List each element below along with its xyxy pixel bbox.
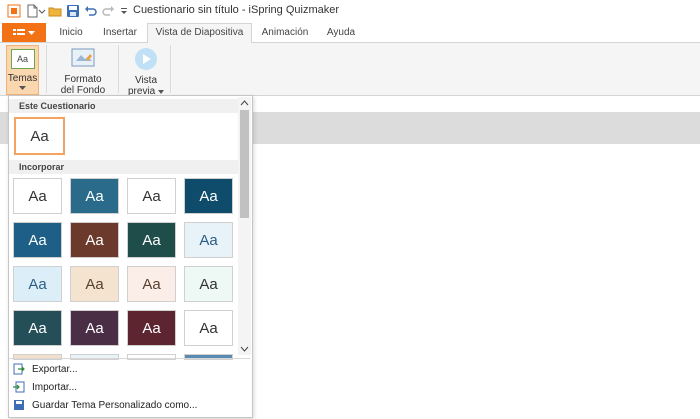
theme-sample-text: Aa [142,231,161,249]
ribbon-separator [46,45,47,93]
theme-thumbnail[interactable]: Aa [127,310,176,346]
export-label: Exportar... [32,363,78,375]
theme-thumbnail[interactable]: Aa [184,178,233,214]
current-theme-thumbnail[interactable]: Aa [14,117,65,155]
chevron-down-icon[interactable] [38,3,46,19]
chevron-down-icon [28,30,35,35]
title-bar: Cuestionario sin título - iSpring Quizma… [0,0,700,22]
theme-sample-text: Aa [142,275,161,293]
theme-sample-text: Aa [85,187,104,205]
theme-sample-text: Aa [85,275,104,293]
theme-thumbnail[interactable]: Aa [184,222,233,258]
theme-thumbnail[interactable]: Aa [70,310,119,346]
theme-sample-text: Aa [30,127,49,145]
undo-icon[interactable] [83,3,99,19]
preview-label-1: Vista [134,75,158,86]
theme-sample-text: Aa [28,187,47,205]
theme-thumbnail[interactable]: Aa [184,310,233,346]
chevron-up-icon[interactable] [238,98,251,108]
theme-thumbnail[interactable]: Aa [184,266,233,302]
ribbon-separator [170,45,171,93]
background-format-label-1: Formato [64,74,102,85]
theme-sample-text: Aa [28,319,47,337]
theme-thumbnail[interactable]: Aa [13,310,62,346]
theme-thumbnail[interactable]: Aa [127,222,176,258]
background-format-icon [71,48,95,67]
theme-thumbnail[interactable]: Aa [70,222,119,258]
scrollbar-thumb[interactable] [240,110,249,218]
theme-sample-text: Aa [142,319,161,337]
redo-icon[interactable] [100,3,116,19]
theme-sample-text: Aa [199,187,218,205]
tab-insertar[interactable]: Insertar [96,24,144,42]
tab-inicio[interactable]: Inicio [50,24,92,42]
ribbon-separator [118,45,119,93]
theme-thumbnail[interactable] [13,354,62,360]
ribbon-tabs: Inicio Insertar Vista de Diapositiva Ani… [0,22,700,44]
theme-sample-text: Aa [85,319,104,337]
chevron-down-icon[interactable] [238,344,251,354]
theme-thumbnail[interactable]: Aa [13,222,62,258]
open-folder-icon[interactable] [47,3,63,19]
theme-thumbnail[interactable] [127,354,176,360]
preview-button[interactable]: Vista previa [124,45,168,97]
theme-sample-text: Aa [28,275,47,293]
theme-sample-text: Aa [142,187,161,205]
themes-button[interactable]: Aa Temas [6,45,39,95]
theme-thumbnail[interactable] [70,354,119,360]
save-custom-theme-label: Guardar Tema Personalizado como... [32,399,198,411]
play-icon [135,48,157,70]
theme-sample-text: Aa [28,231,47,249]
themes-dropdown: Este Cuestionario Aa Incorporar Aa Aa Aa Aa… [8,95,253,418]
tab-ayuda[interactable]: Ayuda [320,24,362,42]
theme-sample-text: Aa [199,231,218,249]
customize-toolbar-icon[interactable] [116,3,132,19]
file-menu-button[interactable] [2,23,46,42]
section-builtin: Incorporar [9,160,238,174]
import-menu-item[interactable]: Importar... [13,379,77,395]
tab-animacion[interactable]: Animación [254,24,316,42]
footer-divider [9,358,250,359]
theme-thumbnail[interactable] [184,354,233,360]
theme-sample-text: Aa [199,319,218,337]
scrollbar[interactable] [238,97,251,355]
theme-thumbnail[interactable]: Aa [127,178,176,214]
save-custom-theme-menu-item[interactable]: Guardar Tema Personalizado como... [13,397,197,413]
import-icon [13,381,25,393]
app-logo-icon [6,3,22,19]
save-theme-icon [13,399,25,411]
tab-vista-de-diapositiva[interactable]: Vista de Diapositiva [147,23,252,44]
theme-sample-text: Aa [199,275,218,293]
export-icon [13,363,25,375]
theme-thumbnail[interactable]: Aa [13,266,62,302]
theme-thumbnail[interactable]: Aa [127,266,176,302]
import-label: Importar... [32,381,78,393]
ribbon: Aa Temas Formato del Fondo Vista previa [0,43,700,97]
chevron-down-icon [158,90,165,94]
save-icon[interactable] [65,3,81,19]
theme-thumbnail[interactable]: Aa [13,178,62,214]
section-this-quiz: Este Cuestionario [9,99,238,113]
themes-label: Temas [7,73,38,84]
menu-icon [13,28,25,35]
theme-thumbnail[interactable]: Aa [70,178,119,214]
export-menu-item[interactable]: Exportar... [13,361,78,377]
themes-icon: Aa [10,49,35,69]
chevron-down-icon [19,86,26,90]
window-title: Cuestionario sin título - iSpring Quizma… [133,4,340,16]
theme-sample-text: Aa [85,231,104,249]
theme-thumbnail[interactable]: Aa [70,266,119,302]
background-format-button[interactable]: Formato del Fondo [58,45,108,96]
